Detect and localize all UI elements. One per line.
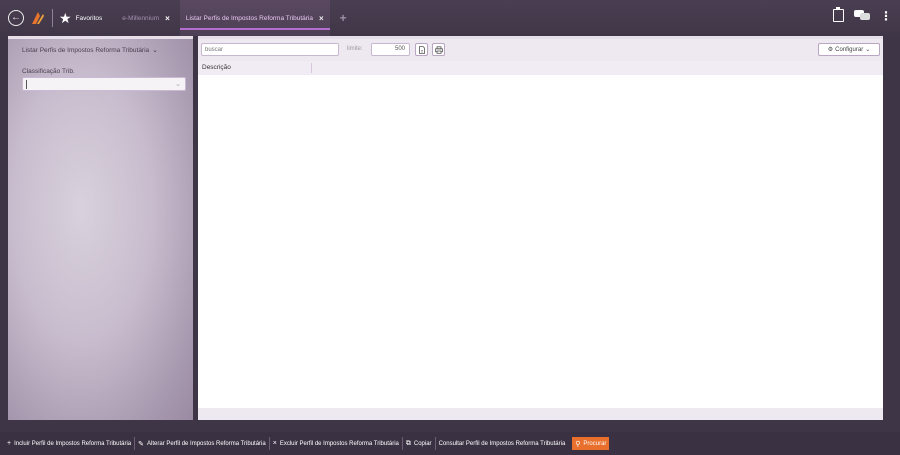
action-bar: + Incluir Perfil de Impostos Reforma Tri…	[0, 432, 900, 455]
copiar-button[interactable]: ⧉ Copiar	[401, 437, 435, 450]
add-tab-icon[interactable]: +	[340, 11, 347, 25]
excluir-button[interactable]: × Excluir Perfil de Impostos Reforma Tri…	[268, 437, 402, 450]
tab-label: Listar Perfis de Impostos Reforma Tribut…	[185, 14, 313, 22]
edit-icon: ✎	[138, 440, 145, 448]
configure-button[interactable]: ⚙ Configurar ⌄	[818, 43, 880, 56]
topbar-actions: ⋮	[833, 7, 892, 22]
export-document-button[interactable]	[415, 43, 428, 56]
table-header: Descrição	[198, 61, 883, 75]
delete-icon: ×	[272, 440, 277, 447]
tab-e-millennium[interactable]: e-Millennium ×	[116, 0, 176, 36]
clipboard-icon[interactable]	[833, 7, 844, 22]
close-icon[interactable]: ×	[165, 14, 170, 23]
list-toolbar: limite: 500 ⚙ Configurar ⌄	[198, 39, 883, 61]
tab-listar-perfis[interactable]: Listar Perfis de Impostos Reforma Tribut…	[179, 0, 330, 36]
consultar-label: Consultar Perfil de Impostos Reforma Tri…	[438, 440, 566, 447]
filter-panel-title[interactable]: Listar Perfis de Impostos Reforma Tribut…	[22, 46, 158, 54]
classificacao-label: Classificação Trib.	[22, 68, 75, 75]
chevron-down-icon: ⌄	[865, 47, 871, 53]
column-divider[interactable]	[311, 63, 312, 73]
alterar-label: Alterar Perfil de Impostos Reforma Tribu…	[147, 440, 266, 447]
filter-title-text: Listar Perfis de Impostos Reforma Tribut…	[22, 47, 150, 54]
favorites-link[interactable]: Favoritos	[72, 0, 109, 36]
printer-icon	[434, 45, 443, 54]
list-footer	[198, 408, 883, 420]
document-icon	[418, 45, 425, 54]
classificacao-select[interactable]: ⌄	[22, 77, 186, 91]
list-panel: limite: 500 ⚙ Configurar ⌄ Descrição	[198, 36, 883, 420]
chevron-down-icon: ⌄	[152, 47, 159, 54]
back-icon[interactable]: ←	[8, 10, 24, 26]
print-button[interactable]	[432, 43, 445, 56]
incluir-button[interactable]: + Incluir Perfil de Impostos Reforma Tri…	[4, 437, 134, 450]
chat-icon[interactable]	[854, 10, 870, 21]
plus-icon: +	[7, 440, 12, 447]
alterar-button[interactable]: ✎ Alterar Perfil de Impostos Reforma Tri…	[134, 437, 269, 450]
search-icon: ⚲	[575, 440, 581, 448]
star-icon[interactable]: ★	[59, 11, 72, 25]
top-bar: ← ★ Favoritos e-Millennium × Listar Perf…	[0, 0, 900, 36]
consultar-button[interactable]: Consultar Perfil de Impostos Reforma Tri…	[434, 437, 569, 450]
incluir-label: Incluir Perfil de Impostos Reforma Tribu…	[14, 440, 132, 447]
close-icon[interactable]: ×	[319, 14, 324, 23]
separator	[52, 9, 53, 27]
limit-label: limite:	[347, 46, 363, 52]
search-input[interactable]	[201, 43, 339, 56]
procurar-label: Procurar	[583, 440, 607, 447]
app-logo-icon[interactable]	[30, 10, 46, 26]
copiar-label: Copiar	[413, 440, 432, 447]
column-descricao[interactable]: Descrição	[202, 64, 231, 71]
procurar-button[interactable]: ⚲ Procurar	[572, 437, 610, 450]
excluir-label: Excluir Perfil de Impostos Reforma Tribu…	[279, 440, 399, 447]
more-menu-icon[interactable]: ⋮	[880, 10, 892, 22]
favorites-label: Favoritos	[75, 14, 103, 22]
tab-label: e-Millennium	[122, 14, 160, 22]
text-cursor	[26, 80, 27, 89]
gear-icon: ⚙	[827, 47, 834, 53]
chevron-down-icon[interactable]: ⌄	[175, 80, 181, 88]
filter-panel: Listar Perfis de Impostos Reforma Tribut…	[8, 36, 193, 420]
limit-input[interactable]: 500	[371, 43, 410, 56]
copy-icon: ⧉	[405, 439, 411, 447]
configure-label: Configurar	[835, 46, 864, 53]
